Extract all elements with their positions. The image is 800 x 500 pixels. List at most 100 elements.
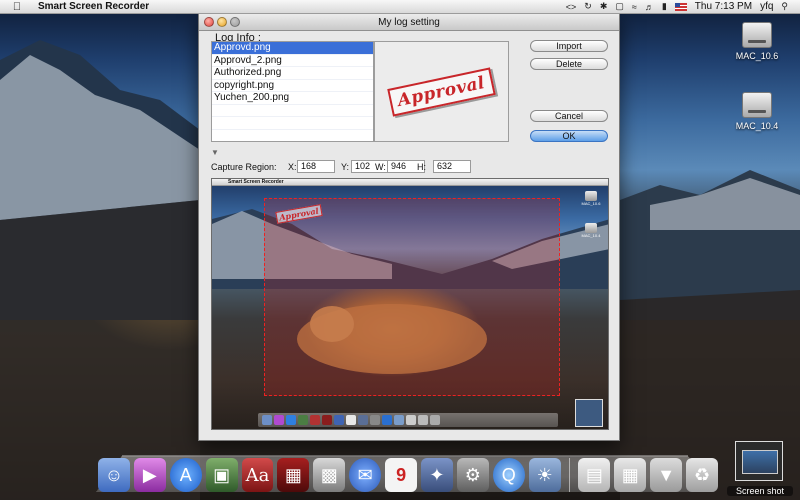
h-field[interactable]: 632 xyxy=(433,160,471,173)
clock[interactable]: Thu 7:13 PM xyxy=(695,1,752,12)
dock-separator xyxy=(568,458,571,492)
minimize-icon[interactable] xyxy=(217,17,227,27)
preview-disk-mac106: MAC_10.6 xyxy=(580,191,602,206)
app-store-icon xyxy=(286,415,296,425)
window-controls xyxy=(204,17,240,27)
display-icon[interactable]: ▢ xyxy=(615,1,624,12)
dock: ☺ ▶ A ▣ Aa ▦ ▩ ✉ 9 ✦ ⚙ Q ☀ ▤ ▦ ▼ ♻ xyxy=(98,452,719,492)
list-item[interactable]: Yuchen_200.png xyxy=(212,92,373,105)
iphoto-icon xyxy=(394,415,404,425)
screenshot-file-icon[interactable] xyxy=(735,441,783,481)
front-row-icon xyxy=(274,415,284,425)
screen-capture-preview[interactable]: Smart Screen Recorder Approval MAC_10.6 … xyxy=(211,178,609,430)
quicktime-icon[interactable]: Q xyxy=(492,458,525,492)
delete-button[interactable]: Delete xyxy=(530,58,608,70)
capture-region-row: Capture Region: X: 168 Y: 102 W: 946 H: … xyxy=(211,160,611,174)
log-setting-window: My log setting Log Info : Approvd.png Ap… xyxy=(198,13,620,441)
app-store-icon[interactable]: A xyxy=(169,458,202,492)
hard-drive-icon xyxy=(742,92,772,118)
photo-browser-icon[interactable]: ▣ xyxy=(205,458,238,492)
app-menu[interactable]: Smart Screen Recorder xyxy=(38,1,149,12)
window-titlebar[interactable]: My log setting xyxy=(199,14,619,31)
menu-extras: <> ↻ ✱ ▢ ≈ ♬ ▮ Thu 7:13 PM yfq ⚲ xyxy=(566,1,800,12)
bluetooth-icon[interactable]: ✱ xyxy=(600,1,608,12)
list-item-empty[interactable] xyxy=(212,117,373,130)
preview-disk-label: MAC_10.6 xyxy=(581,201,601,206)
mail-stamp-icon[interactable]: ✦ xyxy=(421,458,453,492)
applications-stack-icon[interactable]: ▤ xyxy=(578,458,611,492)
ichat-icon[interactable]: ✉ xyxy=(349,458,382,492)
w-label: W: xyxy=(375,162,386,172)
calendar-icon xyxy=(346,415,356,425)
list-item[interactable]: Authorized.png xyxy=(212,67,373,80)
downloads-icon xyxy=(418,415,428,425)
preview-disk-mac104: MAC_10.4 xyxy=(580,223,602,238)
apple-menu-icon[interactable]:  xyxy=(10,1,24,13)
hard-drive-icon xyxy=(585,191,597,201)
approval-stamp-logo: Approval xyxy=(387,66,496,117)
desktop-disk-mac104[interactable]: MAC_10.4 xyxy=(727,92,787,131)
code-icon[interactable]: <> xyxy=(566,2,577,12)
list-item[interactable]: Approvd.png xyxy=(212,42,373,55)
hard-drive-icon xyxy=(585,223,597,233)
front-row-icon[interactable]: ▶ xyxy=(133,458,166,492)
zoom-icon[interactable] xyxy=(230,17,240,27)
ok-button[interactable]: OK xyxy=(530,130,608,142)
close-icon[interactable] xyxy=(204,17,214,27)
photos-icon xyxy=(298,415,308,425)
quicktime-icon xyxy=(382,415,392,425)
screenshot-file-label: Screen shot xyxy=(727,486,793,496)
list-item-empty[interactable] xyxy=(212,105,373,117)
menu-bar:  Smart Screen Recorder <> ↻ ✱ ▢ ≈ ♬ ▮ T… xyxy=(0,0,800,14)
finder-icon[interactable]: ☺ xyxy=(98,458,130,492)
list-item-empty[interactable] xyxy=(212,130,373,143)
film-icon[interactable]: ▩ xyxy=(313,458,346,492)
us-flag-icon[interactable] xyxy=(674,2,687,11)
y-label: Y: xyxy=(341,162,350,172)
log-list[interactable]: Approvd.png Approvd_2.png Authorized.png… xyxy=(211,41,374,142)
dictionary-icon xyxy=(310,415,320,425)
desktop-disk-mac106[interactable]: MAC_10.6 xyxy=(727,22,787,61)
spotlight-icon[interactable]: ⚲ xyxy=(781,1,788,12)
disk-label: MAC_10.6 xyxy=(735,51,779,61)
window-title: My log setting xyxy=(378,17,440,28)
user-menu[interactable]: yfq xyxy=(760,1,773,12)
cancel-button[interactable]: Cancel xyxy=(530,110,608,122)
iphoto-icon[interactable]: ☀ xyxy=(528,458,561,492)
chat-icon xyxy=(334,415,344,425)
documents-stack-icon[interactable]: ▦ xyxy=(614,458,647,492)
x-label: X: xyxy=(288,162,297,172)
preview-icon xyxy=(358,415,368,425)
finder-icon xyxy=(262,415,272,425)
disclosure-triangle-icon[interactable]: ▼ xyxy=(211,148,219,157)
capture-region-label: Capture Region: xyxy=(211,162,277,172)
sync-icon[interactable]: ↻ xyxy=(584,1,592,12)
list-item[interactable]: Approvd_2.png xyxy=(212,55,373,67)
dictionary-icon[interactable]: Aa xyxy=(241,458,274,492)
h-label: H: xyxy=(417,162,426,172)
system-preferences-icon xyxy=(370,415,380,425)
preview-dock xyxy=(258,413,558,427)
theater-icon xyxy=(322,415,332,425)
disk-label: MAC_10.4 xyxy=(735,121,779,131)
capture-region-overlay[interactable] xyxy=(264,198,560,396)
list-item[interactable]: copyright.png xyxy=(212,80,373,92)
preview-screenshot-thumb xyxy=(575,399,603,427)
screenshot-thumbnail xyxy=(742,450,778,474)
wifi-icon[interactable]: ≈ xyxy=(632,2,637,12)
volume-icon[interactable]: ♬ xyxy=(645,2,654,12)
documents-icon xyxy=(406,415,416,425)
trash-icon xyxy=(430,415,440,425)
preview-menu-bar: Smart Screen Recorder xyxy=(212,179,608,186)
preview-disk-label: MAC_10.4 xyxy=(581,233,601,238)
x-field[interactable]: 168 xyxy=(297,160,335,173)
trash-icon[interactable]: ♻ xyxy=(686,458,719,492)
downloads-stack-icon[interactable]: ▼ xyxy=(650,458,683,492)
calendar-icon[interactable]: 9 xyxy=(385,458,418,492)
battery-icon[interactable]: ▮ xyxy=(662,1,667,12)
theater-icon[interactable]: ▦ xyxy=(277,458,310,492)
import-button[interactable]: Import xyxy=(530,40,608,52)
system-preferences-icon[interactable]: ⚙ xyxy=(456,458,489,492)
hard-drive-icon xyxy=(742,22,772,48)
logo-preview: Approval xyxy=(374,41,509,142)
